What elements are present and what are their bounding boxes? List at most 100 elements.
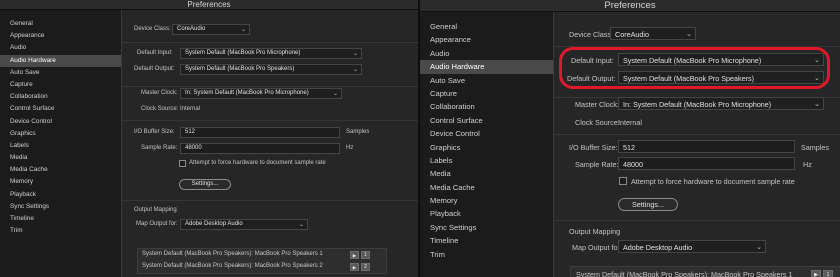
io-buffer-input[interactable]: 512 — [180, 127, 340, 138]
chevron-down-icon: ⌄ — [352, 50, 358, 57]
sidebar-item-collaboration[interactable]: Collaboration — [0, 91, 121, 103]
chevron-down-icon: ⌄ — [685, 28, 692, 38]
chevron-down-icon: ⌄ — [298, 221, 304, 228]
preferences-window-left: Preferences General Appearance Audio Aud… — [0, 0, 418, 277]
sidebar-item-auto-save[interactable]: Auto Save — [0, 67, 121, 79]
sidebar-item-graphics[interactable]: Graphics — [420, 141, 553, 154]
io-buffer-label: I/O Buffer Size: — [134, 129, 175, 135]
sidebar-item-collaboration[interactable]: Collaboration — [420, 100, 553, 113]
force-sample-rate-checkbox[interactable] — [179, 160, 186, 167]
settings-button[interactable]: Settings... — [179, 179, 231, 190]
map-output-value: Adobe Desktop Audio — [623, 243, 693, 252]
settings-button[interactable]: Settings... — [618, 198, 678, 211]
sidebar-item-labels[interactable]: Labels — [0, 140, 121, 152]
device-class-dropdown[interactable]: CoreAudio ⌄ — [172, 24, 250, 35]
sidebar-item-media-cache[interactable]: Media Cache — [0, 164, 121, 176]
device-class-label: Device Class: — [569, 30, 613, 39]
sidebar-item-capture[interactable]: Capture — [420, 87, 553, 100]
master-clock-dropdown[interactable]: In: System Default (MacBook Pro Micropho… — [618, 97, 824, 110]
sample-rate-value: 48000 — [623, 160, 643, 169]
clock-source-label: Clock Source: — [141, 106, 179, 112]
sidebar-item-control-surface[interactable]: Control Surface — [0, 103, 121, 115]
sidebar-item-general[interactable]: General — [0, 18, 121, 30]
sidebar-item-trim[interactable]: Trim — [0, 225, 121, 237]
sidebar-item-general[interactable]: General — [420, 20, 553, 33]
output-mapping-list: System Default (MacBook Pro Speakers): M… — [137, 248, 387, 274]
sample-rate-input[interactable]: 48000 — [618, 157, 795, 170]
divider — [554, 134, 840, 135]
force-sample-rate-checkbox[interactable] — [619, 177, 627, 185]
sample-rate-unit: Hz — [803, 160, 812, 169]
output-mapping-list: System Default (MacBook Pro Speakers): M… — [570, 266, 840, 277]
io-buffer-value: 512 — [623, 143, 635, 152]
map-output-dropdown[interactable]: Adobe Desktop Audio ⌄ — [618, 240, 766, 253]
audio-hardware-pane: Device Class: CoreAudio ⌄ Default Input:… — [122, 10, 418, 277]
sample-rate-label: Sample Rate: — [141, 145, 178, 151]
default-input-dropdown[interactable]: System Default (MacBook Pro Microphone) … — [180, 48, 362, 59]
sidebar-item-sync-settings[interactable]: Sync Settings — [0, 201, 121, 213]
sidebar-item-device-control[interactable]: Device Control — [420, 127, 553, 140]
master-clock-dropdown[interactable]: In: System Default (MacBook Pro Micropho… — [180, 88, 342, 99]
channel-2-badge[interactable]: 2 — [361, 263, 370, 271]
sidebar-item-media-cache[interactable]: Media Cache — [420, 181, 553, 194]
sidebar-item-graphics[interactable]: Graphics — [0, 128, 121, 140]
sample-rate-input[interactable]: 48000 — [180, 143, 340, 154]
sidebar-item-audio-hardware[interactable]: Audio Hardware — [0, 54, 121, 67]
sidebar-item-memory[interactable]: Memory — [420, 194, 553, 207]
sidebar-item-audio[interactable]: Audio — [0, 42, 121, 54]
io-buffer-label: I/O Buffer Size: — [569, 143, 618, 152]
channel-1-badge[interactable]: 1 — [361, 251, 370, 259]
mapping-row-2-label: System Default (MacBook Pro Speakers): M… — [142, 263, 323, 269]
device-class-dropdown[interactable]: CoreAudio ⌄ — [610, 27, 696, 40]
channel-1-badge[interactable]: 1 — [823, 270, 833, 277]
output-mapping-heading: Output Mapping — [134, 207, 177, 213]
sidebar-item-timeline[interactable]: Timeline — [420, 234, 553, 247]
sidebar-item-control-surface[interactable]: Control Surface — [420, 114, 553, 127]
device-section: Default Input: System Default (MacBook P… — [122, 42, 418, 87]
sidebar-item-trim[interactable]: Trim — [420, 248, 553, 261]
sidebar-item-appearance[interactable]: Appearance — [420, 33, 553, 46]
sidebar-item-memory[interactable]: Memory — [0, 176, 121, 188]
default-output-value: System Default (MacBook Pro Speakers) — [185, 66, 295, 72]
map-output-value: Adobe Desktop Audio — [185, 221, 243, 227]
output-mapping-heading: Output Mapping — [569, 227, 621, 236]
output-mapping-section: Output Mapping Map Output for: Adobe Des… — [122, 200, 418, 277]
sidebar-item-playback[interactable]: Playback — [420, 207, 553, 220]
play-icon[interactable]: ▶ — [350, 263, 359, 271]
clock-source-value: Internal — [618, 118, 642, 127]
play-icon[interactable]: ▶ — [350, 251, 359, 259]
master-clock-label: Master Clock: — [575, 100, 619, 109]
mapping-row-1-label: System Default (MacBook Pro Speakers): M… — [576, 270, 793, 277]
default-output-dropdown[interactable]: System Default (MacBook Pro Speakers) ⌄ — [180, 64, 362, 75]
device-class-label: Device Class: — [134, 26, 171, 32]
sidebar-item-auto-save[interactable]: Auto Save — [420, 74, 553, 87]
sidebar-item-capture[interactable]: Capture — [0, 79, 121, 91]
window-title: Preferences — [0, 0, 418, 10]
sidebar-item-audio[interactable]: Audio — [420, 47, 553, 60]
chevron-down-icon: ⌄ — [352, 66, 358, 73]
sample-rate-unit: Hz — [346, 145, 354, 151]
sidebar-item-audio-hardware[interactable]: Audio Hardware — [420, 60, 553, 74]
play-icon[interactable]: ▶ — [811, 270, 821, 277]
preferences-window-right: Preferences General Appearance Audio Aud… — [420, 0, 840, 277]
highlight-annotation — [559, 47, 830, 89]
io-buffer-unit: Samples — [801, 143, 829, 152]
chevron-down-icon: ⌄ — [332, 90, 338, 97]
sidebar-item-media[interactable]: Media — [0, 152, 121, 164]
io-buffer-unit: Samples — [346, 129, 370, 135]
sidebar-item-timeline[interactable]: Timeline — [0, 213, 121, 225]
sidebar-item-playback[interactable]: Playback — [0, 189, 121, 201]
map-output-dropdown[interactable]: Adobe Desktop Audio ⌄ — [180, 219, 308, 230]
divider — [122, 120, 418, 121]
sidebar-item-sync-settings[interactable]: Sync Settings — [420, 221, 553, 234]
default-input-value: System Default (MacBook Pro Microphone) — [185, 50, 301, 56]
sidebar-item-device-control[interactable]: Device Control — [0, 116, 121, 128]
mapping-row-1-label: System Default (MacBook Pro Speakers): M… — [142, 251, 323, 257]
sidebar-item-media[interactable]: Media — [420, 167, 553, 180]
io-buffer-input[interactable]: 512 — [618, 140, 795, 153]
device-class-value: CoreAudio — [615, 30, 649, 39]
output-mapping-section: Output Mapping Map Output for: Adobe Des… — [554, 220, 840, 277]
default-input-label: Default Input: — [137, 50, 173, 56]
sidebar-item-labels[interactable]: Labels — [420, 154, 553, 167]
sidebar-item-appearance[interactable]: Appearance — [0, 30, 121, 42]
